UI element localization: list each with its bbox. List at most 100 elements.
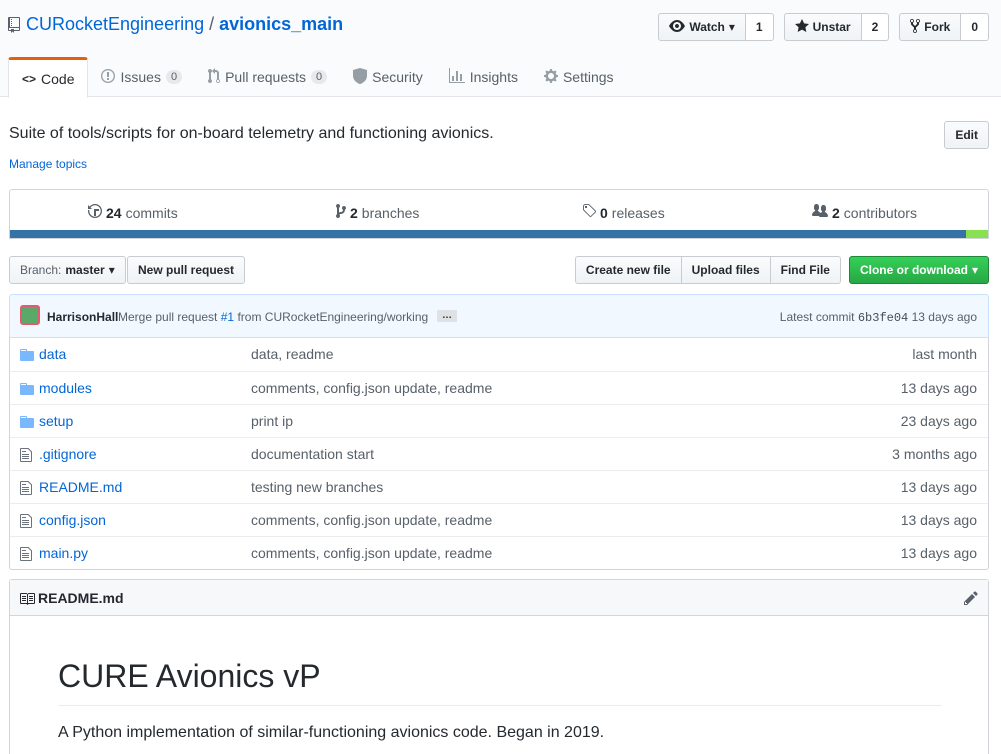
upload-files-button[interactable]: Upload files (680, 256, 771, 284)
file-name-link[interactable]: setup (39, 413, 73, 429)
file-name-link[interactable]: data (39, 346, 66, 362)
new-pull-request-button[interactable]: New pull request (127, 256, 246, 284)
create-new-file-button[interactable]: Create new file (574, 256, 682, 284)
file-age: 13 days ago (900, 545, 977, 561)
contributors-link[interactable]: 2 contributors (812, 203, 917, 222)
pencil-icon[interactable] (964, 590, 978, 609)
people-icon (812, 203, 828, 222)
branch-name: master (65, 263, 105, 277)
clone-or-download-button[interactable]: Clone or download ▾ (848, 256, 989, 284)
commit-age: 13 days ago (911, 310, 977, 324)
file-name-link[interactable]: modules (39, 380, 92, 396)
branches-count: 2 (350, 204, 358, 221)
pr-link[interactable]: #1 (221, 310, 234, 324)
file-row: data data, readme last month (10, 338, 988, 371)
repo-owner-link[interactable]: CURocketEngineering (26, 14, 204, 35)
releases-label: releases (611, 204, 665, 221)
latest-commit: Latest commit 6b3fe04 13 days ago (780, 310, 977, 325)
unstar-button[interactable]: Unstar (783, 13, 862, 41)
file-actions: Create new file Upload files Find File C… (574, 256, 989, 284)
file-icon (20, 513, 32, 532)
avatar[interactable] (20, 305, 40, 325)
file-name-link[interactable]: README.md (39, 479, 122, 495)
find-file-button[interactable]: Find File (769, 256, 841, 284)
issue-icon (101, 68, 116, 87)
file-commit-message[interactable]: comments, config.json update, readme (251, 380, 492, 396)
file-commit-message[interactable]: print ip (251, 413, 293, 429)
file-icon (20, 480, 32, 499)
repo-nav-tabs: <> Code Issues 0 Pull requests 0 Securit… (8, 57, 627, 98)
book-icon (19, 591, 35, 610)
fork-count[interactable]: 0 (961, 13, 989, 41)
language-bar[interactable] (10, 230, 988, 238)
tab-code[interactable]: <> Code (8, 57, 89, 98)
caret-down-icon: ▾ (971, 263, 978, 277)
commit-tease: HarrisonHall Merge pull request #1 from … (9, 294, 989, 338)
language-segment[interactable] (966, 230, 988, 238)
repo-path-separator: / (209, 14, 215, 34)
file-commit-message[interactable]: testing new branches (251, 479, 383, 495)
repo-name-link[interactable]: avionics_main (219, 14, 343, 35)
readme-box: README.md CURE Avionics vP A Python impl… (9, 579, 989, 754)
file-age: 13 days ago (900, 380, 977, 396)
file-age: 3 months ago (892, 446, 977, 462)
commits-label: commits (125, 204, 178, 221)
tab-security[interactable]: Security (340, 57, 436, 97)
file-name-link[interactable]: config.json (39, 512, 106, 528)
folder-icon (20, 381, 34, 400)
language-segment[interactable] (10, 230, 967, 238)
tab-pull-requests[interactable]: Pull requests 0 (195, 57, 340, 97)
file-list: data data, readme last month modules comment… (9, 338, 989, 570)
gear-icon (543, 68, 558, 87)
commits-count: 24 (106, 204, 122, 221)
code-icon: <> (22, 71, 37, 86)
file-row: main.py comments, config.json update, rea… (10, 536, 988, 569)
file-name-link[interactable]: main.py (39, 545, 88, 561)
file-commit-message[interactable]: comments, config.json update, readme (251, 512, 492, 528)
manage-topics-link[interactable]: Manage topics (9, 157, 87, 171)
issues-counter: 0 (165, 70, 183, 84)
repo-title: CURocketEngineering / avionics_main (8, 14, 343, 35)
releases-link[interactable]: 0 releases (582, 203, 665, 222)
star-count[interactable]: 2 (861, 13, 890, 41)
file-name-link[interactable]: .gitignore (39, 446, 97, 462)
file-row: .gitignore documentation start 3 months ag… (10, 437, 988, 470)
tab-settings[interactable]: Settings (531, 57, 627, 97)
fork-icon (910, 18, 921, 37)
shield-icon (353, 67, 368, 87)
watch-label: Watch (689, 20, 725, 34)
repo-description: Suite of tools/scripts for on-board tele… (9, 125, 494, 142)
branch-select-button[interactable]: Branch: master ▾ (9, 256, 126, 284)
latest-commit-label: Latest commit (779, 310, 855, 324)
file-row: setup print ip 23 days ago (10, 404, 988, 437)
file-commit-message[interactable]: documentation start (251, 446, 374, 462)
file-commit-message[interactable]: comments, config.json update, readme (251, 545, 492, 561)
caret-down-icon: ▾ (728, 20, 735, 34)
commits-link[interactable]: 24 commits (88, 203, 178, 222)
pull-request-icon (208, 67, 221, 87)
tag-icon (582, 203, 597, 222)
pull-requests-counter: 0 (311, 70, 328, 84)
edit-button[interactable]: Edit (944, 121, 989, 149)
fork-button[interactable]: Fork (899, 13, 962, 41)
tab-insights[interactable]: Insights (436, 57, 531, 97)
readme-filename: README.md (38, 590, 124, 606)
expand-message-button[interactable]: … (437, 310, 457, 322)
branch-prefix: Branch: (20, 263, 62, 277)
branches-link[interactable]: 2 branches (336, 203, 419, 222)
tab-label: Issues (120, 69, 161, 85)
tab-issues[interactable]: Issues 0 (88, 57, 195, 97)
commit-author-link[interactable]: HarrisonHall (47, 310, 118, 324)
repo-header: CURocketEngineering / avionics_main Watc… (0, 0, 1001, 98)
tab-label: Security (372, 69, 423, 85)
commit-message-post: from CURocketEngineering/working (237, 310, 429, 324)
branches-label: branches (361, 204, 420, 221)
file-navigation: Branch: master ▾ New pull request Create… (9, 256, 989, 284)
commit-message: Merge pull request #1 from CURocketEngin… (118, 310, 428, 324)
watch-count[interactable]: 1 (745, 13, 774, 41)
watch-group: Watch ▾ 1 (658, 13, 774, 41)
file-age: 13 days ago (900, 479, 977, 495)
file-commit-message[interactable]: data, readme (251, 346, 334, 362)
watch-button[interactable]: Watch ▾ (658, 13, 746, 41)
commit-sha-link[interactable]: 6b3fe04 (858, 311, 908, 325)
